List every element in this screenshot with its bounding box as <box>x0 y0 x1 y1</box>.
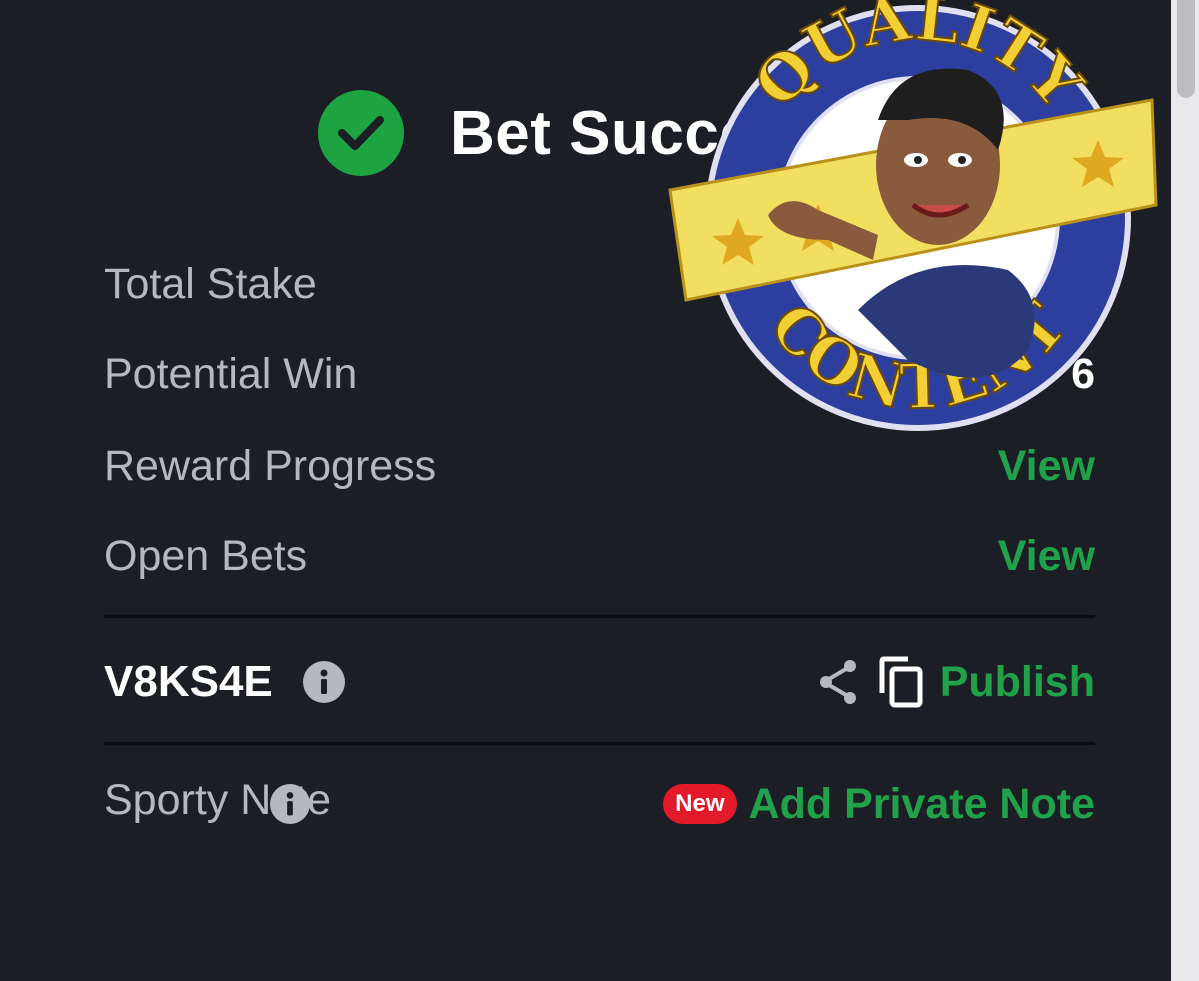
booking-code-row: V8KS4E Publish <box>104 642 1095 722</box>
sporty-note-row: Sporty Note New Add Private Note <box>104 768 1095 840</box>
quality-content-sticker: QUALITY CONTENT <box>668 0 1160 440</box>
scrollbar-thumb[interactable] <box>1177 0 1195 98</box>
info-icon[interactable] <box>302 661 345 703</box>
reward-progress-label: Reward Progress <box>104 441 437 490</box>
open-bets-label: Open Bets <box>104 531 308 580</box>
open-bets-view-link[interactable]: View <box>998 532 1095 581</box>
copy-icon[interactable] <box>878 655 924 709</box>
sporty-note-label-group: Sporty Note <box>104 768 334 832</box>
info-icon[interactable] <box>270 784 310 824</box>
divider <box>104 742 1095 745</box>
booking-code: V8KS4E <box>104 657 273 706</box>
open-bets-row: Open Bets View <box>104 516 1095 596</box>
total-stake-label: Total Stake <box>104 259 317 308</box>
check-icon <box>318 90 404 176</box>
add-private-note-link[interactable]: Add Private Note <box>749 780 1095 829</box>
publish-button[interactable]: Publish <box>940 658 1095 707</box>
potential-win-label: Potential Win <box>104 349 358 398</box>
divider <box>104 615 1095 618</box>
new-badge: New <box>663 784 737 824</box>
reward-progress-view-link[interactable]: View <box>998 442 1095 491</box>
share-icon[interactable] <box>816 657 860 707</box>
scrollbar-track[interactable] <box>1171 0 1199 981</box>
